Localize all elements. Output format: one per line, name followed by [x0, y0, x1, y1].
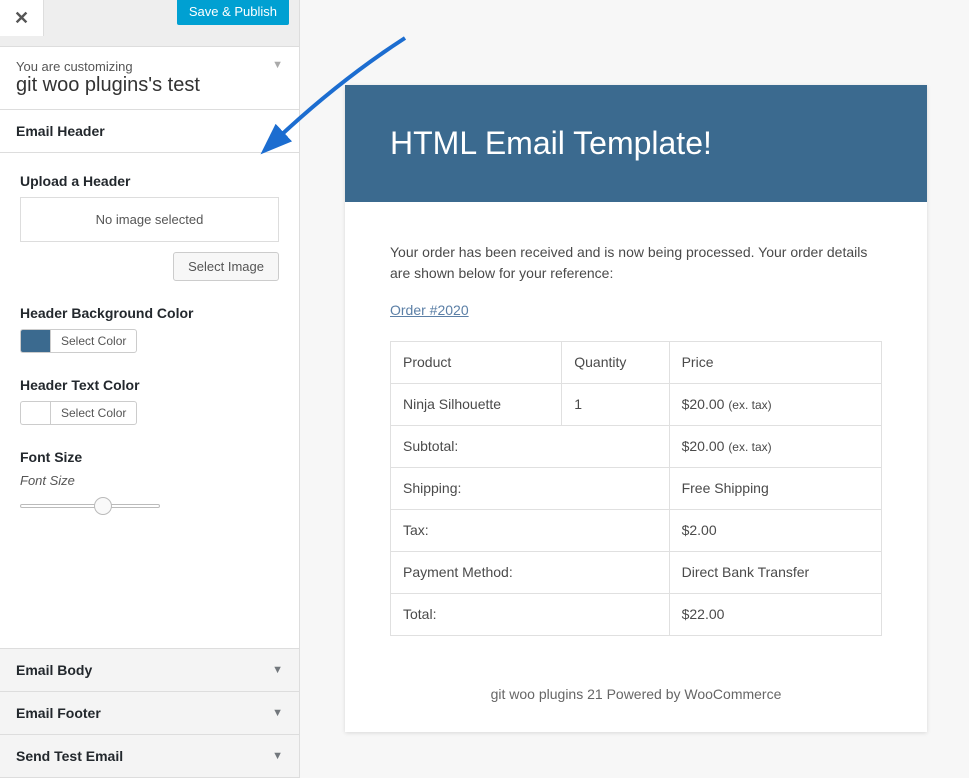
subtotal-label: Subtotal:	[391, 426, 670, 468]
email-footer-text: git woo plugins 21 Powered by WooCommerc…	[345, 686, 927, 732]
site-title: git woo plugins's test	[16, 74, 283, 97]
select-text-color-button[interactable]: Select Color	[50, 401, 137, 425]
section-email-body[interactable]: Email Body ▼	[0, 648, 299, 692]
email-title: HTML Email Template!	[390, 125, 882, 162]
col-quantity: Quantity	[562, 342, 669, 384]
col-product: Product	[391, 342, 562, 384]
order-table: Product Quantity Price Ninja Silhouette …	[390, 341, 882, 636]
table-row: Tax: $2.00	[391, 510, 882, 552]
close-icon: ✕	[14, 8, 29, 29]
font-size-field: Font Size Font Size	[20, 449, 279, 516]
order-link[interactable]: Order #2020	[390, 300, 469, 321]
email-header-panel: Upload a Header No image selected Select…	[0, 153, 299, 649]
header-bg-color-label: Header Background Color	[20, 305, 279, 321]
text-color-swatch[interactable]	[20, 401, 50, 425]
shipping-value: Free Shipping	[669, 468, 881, 510]
table-row: Total: $22.00	[391, 594, 882, 636]
subtotal-value: $20.00 (ex. tax)	[669, 426, 881, 468]
section-email-footer[interactable]: Email Footer ▼	[0, 691, 299, 735]
email-body-area: Your order has been received and is now …	[345, 202, 927, 686]
section-send-test[interactable]: Send Test Email ▼	[0, 734, 299, 778]
font-size-description: Font Size	[20, 473, 279, 488]
table-header-row: Product Quantity Price	[391, 342, 882, 384]
chevron-down-icon: ▼	[272, 664, 283, 676]
tax-value: $2.00	[669, 510, 881, 552]
item-qty: 1	[562, 384, 669, 426]
font-size-slider[interactable]	[20, 496, 160, 516]
table-row: Payment Method: Direct Bank Transfer	[391, 552, 882, 594]
payment-label: Payment Method:	[391, 552, 670, 594]
header-text-color-field: Header Text Color Select Color	[20, 377, 279, 425]
header-text-color-label: Header Text Color	[20, 377, 279, 393]
chevron-down-icon: ▼	[272, 750, 283, 762]
table-row: Ninja Silhouette 1 $20.00 (ex. tax)	[391, 384, 882, 426]
col-price: Price	[669, 342, 881, 384]
collapsed-sections: Email Body ▼ Email Footer ▼ Send Test Em…	[0, 649, 299, 778]
customizer-sidebar: ✕ Save & Publish You are customizing git…	[0, 0, 300, 778]
item-price: $20.00 (ex. tax)	[669, 384, 881, 426]
payment-value: Direct Bank Transfer	[669, 552, 881, 594]
section-title: Email Footer	[16, 705, 101, 721]
section-title: Email Header	[16, 123, 105, 139]
font-size-label: Font Size	[20, 449, 279, 465]
email-header-area: HTML Email Template!	[345, 85, 927, 202]
tax-label: Tax:	[391, 510, 670, 552]
slider-thumb[interactable]	[94, 497, 112, 515]
chevron-down-icon: ▼	[272, 707, 283, 719]
select-image-button[interactable]: Select Image	[173, 252, 279, 281]
chevron-down-icon: ▼	[272, 59, 283, 71]
customizing-info[interactable]: You are customizing git woo plugins's te…	[0, 47, 299, 110]
chevron-up-icon: ▲	[272, 125, 283, 137]
total-value: $22.00	[669, 594, 881, 636]
image-drop-area[interactable]: No image selected	[20, 197, 279, 242]
email-preview: HTML Email Template! Your order has been…	[345, 85, 927, 732]
email-intro-text: Your order has been received and is now …	[390, 242, 882, 284]
table-row: Subtotal: $20.00 (ex. tax)	[391, 426, 882, 468]
shipping-label: Shipping:	[391, 468, 670, 510]
total-label: Total:	[391, 594, 670, 636]
header-bg-color-field: Header Background Color Select Color	[20, 305, 279, 353]
section-title: Email Body	[16, 662, 92, 678]
item-name: Ninja Silhouette	[391, 384, 562, 426]
close-button[interactable]: ✕	[0, 0, 44, 36]
sidebar-topbar: ✕ Save & Publish	[0, 0, 299, 47]
upload-header-label: Upload a Header	[20, 173, 279, 189]
slider-track	[20, 504, 160, 508]
upload-header-field: Upload a Header No image selected Select…	[20, 173, 279, 281]
select-bg-color-button[interactable]: Select Color	[50, 329, 137, 353]
preview-pane: HTML Email Template! Your order has been…	[300, 0, 969, 778]
table-row: Shipping: Free Shipping	[391, 468, 882, 510]
save-publish-button[interactable]: Save & Publish	[177, 0, 289, 25]
section-title: Send Test Email	[16, 748, 123, 764]
bg-color-swatch[interactable]	[20, 329, 50, 353]
customizing-label: You are customizing	[16, 59, 283, 74]
section-email-header[interactable]: Email Header ▲	[0, 110, 299, 153]
